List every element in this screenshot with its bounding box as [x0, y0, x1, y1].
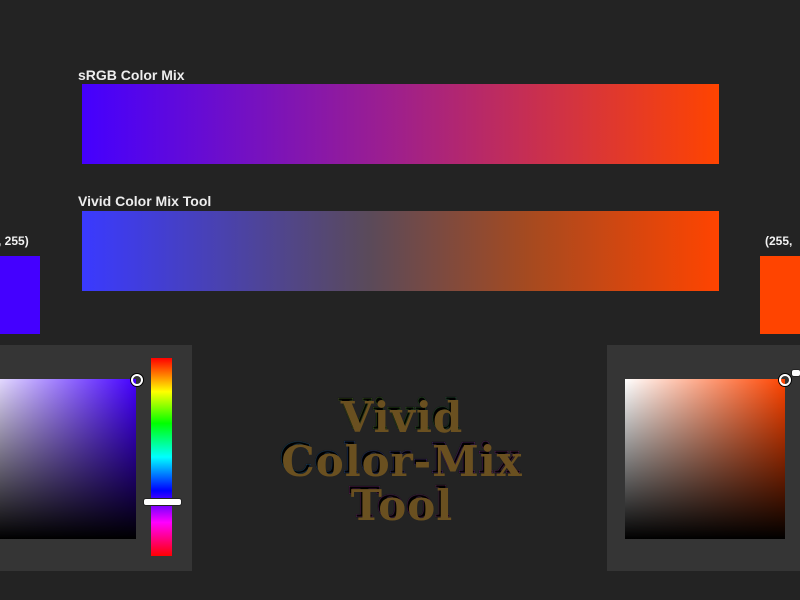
right-saturation-value-area[interactable]	[625, 379, 785, 539]
left-saturation-value-area[interactable]	[0, 379, 136, 539]
left-color-swatch[interactable]	[0, 256, 40, 334]
right-hue-handle[interactable]	[792, 370, 800, 376]
vivid-mix-label: Vivid Color Mix Tool	[78, 193, 212, 209]
srgb-mix-label: sRGB Color Mix	[78, 67, 185, 83]
title-line-2: Color-Mix	[230, 437, 570, 481]
left-hue-handle[interactable]	[144, 499, 181, 505]
title-line-3: Tool	[230, 481, 570, 525]
right-color-swatch[interactable]	[760, 256, 800, 334]
right-sv-handle[interactable]	[779, 374, 791, 386]
left-color-picker	[0, 345, 192, 571]
right-color-picker	[607, 345, 800, 571]
left-rgb-value: , 255)	[0, 234, 29, 248]
vivid-gradient-bar	[82, 211, 719, 291]
app-title: Vivid Color-Mix Tool	[230, 393, 570, 525]
left-sv-handle[interactable]	[131, 374, 143, 386]
srgb-gradient-bar	[82, 84, 719, 164]
right-rgb-value: (255,	[765, 234, 793, 248]
left-hue-slider[interactable]	[151, 358, 172, 556]
title-line-1: Vivid	[230, 393, 570, 437]
